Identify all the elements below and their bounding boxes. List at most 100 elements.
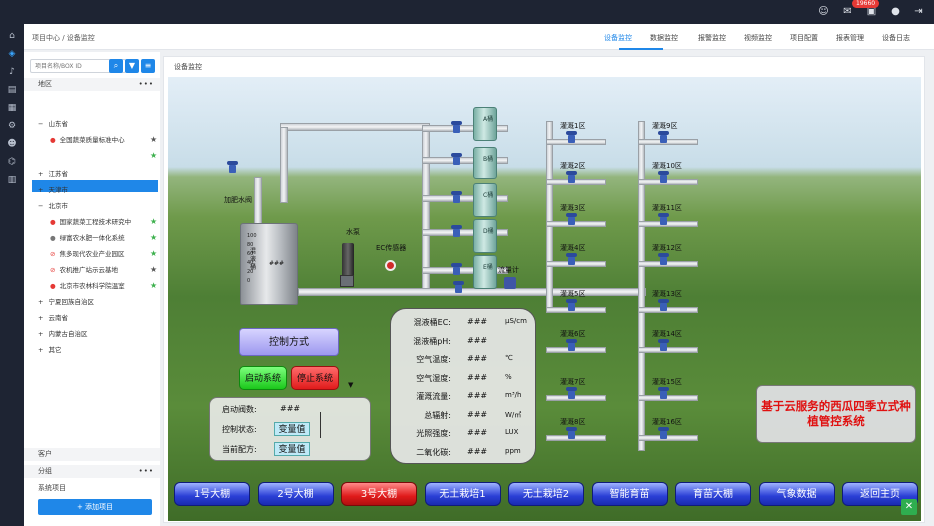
- tab-device-monitor[interactable]: 设备监控: [604, 33, 632, 43]
- tree-project-item[interactable]: ● 全国蔬菜质量标准中心 ★: [50, 134, 157, 146]
- favorite-star-icon[interactable]: ★: [150, 264, 157, 276]
- region-header[interactable]: 地区 •••: [24, 78, 160, 91]
- list-button[interactable]: ≡: [141, 59, 155, 73]
- greenhouse-nav-button[interactable]: 智能育苗: [591, 482, 668, 506]
- tab-data-monitor[interactable]: 数据监控: [650, 33, 678, 43]
- bell-icon[interactable]: ♪: [6, 66, 18, 78]
- column-a-valve-icon[interactable]: [450, 121, 463, 133]
- zone-valve-icon[interactable]: [565, 339, 578, 351]
- control-mode-button[interactable]: 控制方式: [239, 328, 339, 356]
- tree-region-item[interactable]: + 天津市: [38, 184, 68, 196]
- zone-valve-icon[interactable]: [657, 387, 670, 399]
- tab-report-manage[interactable]: 报表管理: [836, 33, 864, 43]
- greenhouse-nav-button[interactable]: 2号大棚: [257, 482, 334, 506]
- filter-button[interactable]: ▼: [125, 59, 139, 73]
- close-icon[interactable]: ✕: [901, 499, 917, 515]
- zone-valve-icon[interactable]: [565, 213, 578, 225]
- column-d-valve-icon[interactable]: [450, 225, 463, 237]
- start-system-button[interactable]: 启动系统: [239, 366, 287, 390]
- expand-icon[interactable]: +: [38, 314, 43, 322]
- greenhouse-nav-button[interactable]: 1号大棚: [174, 482, 250, 506]
- group-more-icon[interactable]: •••: [139, 465, 154, 478]
- fertilizer-valve-icon[interactable]: [226, 161, 239, 173]
- alarm-icon[interactable]: ⌬: [6, 156, 18, 168]
- add-project-button[interactable]: + 添加项目: [38, 499, 152, 515]
- pump[interactable]: [342, 243, 354, 277]
- customer-header[interactable]: 客户: [24, 448, 160, 461]
- greenhouse-nav-button[interactable]: 无土栽培1: [424, 482, 501, 506]
- tree-project-item[interactable]: ⊘ 焦多现代农业产业园区 ★: [50, 248, 157, 260]
- expand-icon[interactable]: +: [38, 170, 43, 178]
- tree-region-item[interactable]: + 江苏省: [38, 168, 68, 180]
- favorite-star-icon[interactable]: ★: [150, 248, 157, 260]
- tree-region-item[interactable]: + 其它: [38, 344, 61, 356]
- expand-icon[interactable]: +: [38, 298, 43, 306]
- zone-valve-icon[interactable]: [657, 299, 670, 311]
- tree-region-item[interactable]: − 山东省: [38, 118, 68, 130]
- tree-region-item[interactable]: + 内蒙古自治区: [38, 328, 87, 340]
- greenhouse-nav-button[interactable]: 育苗大棚: [675, 482, 751, 506]
- dropdown-icon[interactable]: ▼: [348, 381, 353, 389]
- expand-icon[interactable]: +: [38, 330, 43, 338]
- zone-valve-icon[interactable]: [565, 171, 578, 183]
- tree-project-item[interactable]: ● 绿富农水肥一体化系统 ★: [50, 232, 157, 244]
- greenhouse-nav-button[interactable]: 气象数据: [758, 482, 835, 506]
- zone-valve-icon[interactable]: [565, 427, 578, 439]
- favorite-star-icon[interactable]: ★: [150, 232, 157, 244]
- logout-icon[interactable]: ⇥: [913, 6, 924, 17]
- favorite-star-icon[interactable]: ★: [150, 150, 157, 162]
- zone-valve-icon[interactable]: [657, 213, 670, 225]
- zone-valve-icon[interactable]: [657, 253, 670, 265]
- tree-region-item[interactable]: − 北京市: [38, 200, 68, 212]
- tree-project-item[interactable]: ● 聊种西瓜立体栽植项目 ★: [50, 150, 157, 162]
- home-icon[interactable]: ⌂: [6, 30, 18, 42]
- zone-valve-icon[interactable]: [565, 131, 578, 143]
- tree-project-item[interactable]: ● 国家蔬菜工程技术研究中 ★: [50, 216, 157, 228]
- document-icon[interactable]: ▤: [6, 84, 18, 96]
- zone-valve-icon[interactable]: [565, 299, 578, 311]
- tab-device-log[interactable]: 设备日志: [882, 33, 910, 43]
- favorite-star-icon[interactable]: ★: [150, 216, 157, 228]
- user-icon[interactable]: ●: [890, 6, 901, 17]
- group-header[interactable]: 分组 •••: [24, 465, 160, 478]
- column-c-valve-icon[interactable]: [450, 191, 463, 203]
- ec-sensor-icon[interactable]: [385, 260, 396, 271]
- stop-system-button[interactable]: 停止系统: [291, 366, 339, 390]
- tree-region-item[interactable]: + 宁夏回族自治区: [38, 296, 94, 308]
- zone-valve-icon[interactable]: [657, 427, 670, 439]
- region-more-icon[interactable]: •••: [139, 78, 154, 91]
- tree-region-item[interactable]: + 云南省: [38, 312, 68, 324]
- tab-alarm-monitor[interactable]: 报警监控: [698, 33, 726, 43]
- zone-valve-icon[interactable]: [565, 387, 578, 399]
- greenhouse-nav-button[interactable]: 无土栽培2: [508, 482, 584, 506]
- settings-icon[interactable]: ⚙: [6, 120, 18, 132]
- chart-icon[interactable]: ▦: [6, 102, 18, 114]
- zone-valve-icon[interactable]: [657, 339, 670, 351]
- column-e-valve-icon[interactable]: [450, 263, 463, 275]
- expand-icon[interactable]: +: [38, 346, 43, 354]
- main-valve-icon[interactable]: [452, 281, 465, 293]
- layers-icon[interactable]: ◈: [6, 48, 18, 60]
- fertilizer-valve-label: 加肥水阀: [224, 196, 252, 204]
- expand-icon[interactable]: +: [38, 186, 43, 194]
- grid-icon[interactable]: ▥: [6, 174, 18, 186]
- search-button[interactable]: ⌕: [109, 59, 123, 73]
- zone-valve-icon[interactable]: [657, 131, 670, 143]
- collapse-icon[interactable]: −: [38, 202, 43, 210]
- users-icon[interactable]: ☻: [6, 138, 18, 150]
- help-icon[interactable]: ☺: [818, 6, 829, 17]
- zone-valve-icon[interactable]: [657, 171, 670, 183]
- tree-project-item[interactable]: ⊘ 农机推广站示云基地 ★: [50, 264, 157, 276]
- greenhouse-nav-button[interactable]: 3号大棚: [341, 482, 417, 506]
- zone-valve-icon[interactable]: [565, 253, 578, 265]
- system-project-header[interactable]: 系统项目: [24, 482, 160, 495]
- collapse-icon[interactable]: −: [38, 120, 43, 128]
- tree-project-item[interactable]: ● 北京市农林科学院温室 ★: [50, 280, 157, 292]
- favorite-star-icon[interactable]: ★: [150, 280, 157, 292]
- tab-project-config[interactable]: 项目配置: [790, 33, 818, 43]
- tab-video-monitor[interactable]: 视频监控: [744, 33, 772, 43]
- favorite-star-icon[interactable]: ★: [150, 134, 157, 146]
- flowmeter-icon[interactable]: [504, 277, 516, 289]
- column-b-valve-icon[interactable]: [450, 153, 463, 165]
- mail-icon[interactable]: ✉: [842, 6, 853, 17]
